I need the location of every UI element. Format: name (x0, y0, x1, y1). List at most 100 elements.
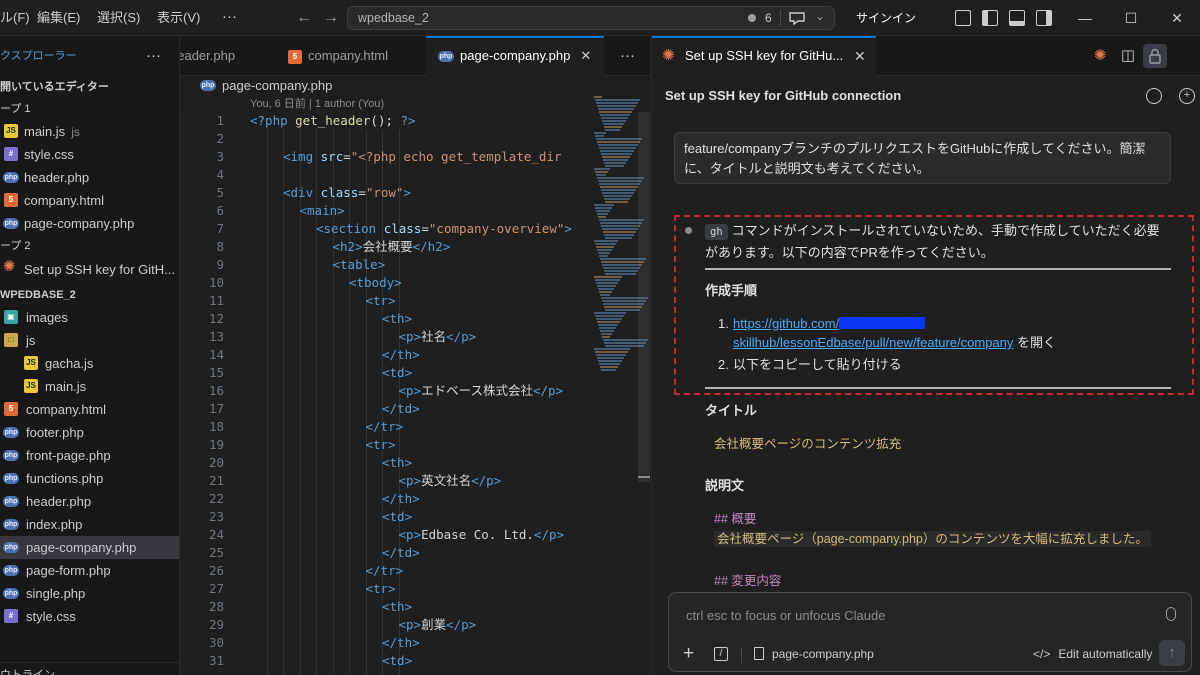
claude-icon[interactable]: ✺ (1090, 46, 1110, 66)
close-tab-icon[interactable]: ✕ (580, 48, 591, 63)
editor-group-2[interactable]: ープ 2 (0, 235, 179, 257)
divider (705, 268, 1171, 270)
php-file-icon: php (3, 427, 19, 438)
tree-item[interactable]: JS main.js (0, 375, 179, 398)
code-token: 創業 (421, 617, 447, 632)
tab-claude-session[interactable]: ✺ Set up SSH key for GitHu... ✕ (652, 36, 876, 76)
menu-more-icon[interactable]: ··· (222, 0, 237, 36)
send-button[interactable]: ↑ (1159, 640, 1185, 666)
open-editor-item[interactable]: 5 company.html (0, 189, 179, 212)
context-file-chip[interactable]: page-company.php (754, 647, 874, 661)
open-editor-item[interactable]: # style.css (0, 143, 179, 166)
edit-mode-toggle[interactable]: </> Edit automatically (1033, 647, 1152, 661)
css-file-icon: # (4, 609, 18, 623)
divider (705, 387, 1171, 389)
tab-company-html[interactable]: 5 company.html (276, 36, 426, 76)
toggle-panel-icon[interactable] (1009, 10, 1025, 26)
slash-command-icon[interactable]: / (714, 647, 728, 661)
tab-page-company-php[interactable]: php page-company.php ✕ (426, 36, 604, 76)
tree-item[interactable]: php footer.php (0, 421, 179, 444)
pr-link[interactable]: https://github.com/ (733, 316, 839, 331)
code-token: <th> (382, 311, 413, 326)
code-token: (); (370, 113, 401, 128)
minimap-line (605, 273, 636, 275)
toggle-secondary-sidebar-icon[interactable] (1036, 10, 1052, 26)
tree-item[interactable]: # style.css (0, 605, 179, 628)
code-line: <tbody> (349, 274, 402, 292)
tree-item[interactable]: ▣ images (0, 306, 179, 329)
claude-icon: ✺ (2, 258, 16, 275)
minimap-line (598, 360, 622, 362)
tree-item[interactable]: php index.php (0, 513, 179, 536)
open-editor-item[interactable]: php header.php (0, 166, 179, 189)
split-editor-icon[interactable]: ◫ (1118, 46, 1138, 66)
code-token: </p> (446, 329, 477, 344)
tree-item[interactable]: php page-form.php (0, 559, 179, 582)
reply-text: コマンドがインストールされていないため、手動で作成していただく必要があります。以… (705, 223, 1160, 260)
code-line: </td> (382, 544, 420, 562)
minimap-line (603, 195, 632, 197)
minimap-line (595, 351, 628, 353)
tab-header-php[interactable]: header.php (180, 36, 276, 76)
toggle-primary-sidebar-icon[interactable] (982, 10, 998, 26)
editor-group-1[interactable]: ープ 1 (0, 98, 179, 120)
minimap-line (602, 120, 626, 122)
html-file-icon: 5 (4, 402, 18, 416)
editor-more-icon[interactable]: ··· (620, 36, 635, 76)
code-token: </p> (471, 473, 502, 488)
tree-item[interactable]: php functions.php (0, 467, 179, 490)
breadcrumb-file[interactable]: page-company.php (222, 76, 332, 96)
tree-item[interactable]: php header.php (0, 490, 179, 513)
tree-item-selected[interactable]: php page-company.php (0, 536, 179, 559)
chat-icon[interactable] (787, 8, 807, 28)
code-line: </tr> (366, 562, 404, 580)
minimap-line (597, 249, 612, 251)
step-item: 2. 以下をコピーして貼り付ける (718, 357, 902, 372)
tree-item[interactable]: php front-page.php (0, 444, 179, 467)
outline-section[interactable]: ウトライン (0, 662, 179, 675)
close-icon[interactable]: ✕ (1154, 0, 1200, 36)
open-editors-section[interactable]: 開いているエディター (0, 76, 179, 98)
minimap-line (595, 207, 612, 209)
menu-selection[interactable]: 選択(S) (97, 0, 140, 36)
minimap-line (596, 102, 638, 104)
new-chat-icon[interactable]: + (1179, 88, 1195, 104)
minimize-icon[interactable]: — (1062, 0, 1108, 36)
lock-icon[interactable] (1143, 44, 1167, 68)
chevron-down-icon[interactable]: ⌄ (815, 9, 825, 23)
maximize-icon[interactable]: ☐ (1108, 0, 1154, 36)
add-attachment-icon[interactable]: + (683, 644, 694, 664)
history-icon[interactable] (1146, 88, 1162, 104)
tree-item[interactable]: □ js (0, 329, 179, 352)
code-editor[interactable]: 1 2 3 4 5 6 7 8 9 10 11 12 13 14 15 16 17 18 19 20 21 22 23 24 2… (180, 112, 650, 675)
command-center[interactable]: wpedbase_2 (347, 6, 835, 30)
project-root[interactable]: WPEDBASE_2 (0, 284, 179, 306)
forward-arrow-icon[interactable]: → (320, 6, 342, 30)
menu-file[interactable]: ル(F) (0, 0, 30, 36)
editor-scrollbar[interactable] (638, 112, 650, 482)
customize-layout-icon[interactable] (955, 10, 971, 26)
close-tab-icon[interactable]: ✕ (854, 38, 866, 74)
menu-edit[interactable]: 編集(E) (37, 0, 80, 36)
prompt-input-box[interactable]: ctrl esc to focus or unfocus Claude + / … (668, 592, 1192, 672)
open-editor-item[interactable]: ✺ Set up SSH key for GitH... (0, 258, 179, 281)
pr-link[interactable]: skillhub/lessonEdbase/pull/new/feature/c… (733, 335, 1013, 350)
minimap-line (597, 321, 620, 323)
minimap-line (595, 243, 616, 245)
signin-button[interactable]: サインイン (856, 0, 916, 36)
line-number: 30 (208, 635, 224, 650)
tree-item[interactable]: 5 company.html (0, 398, 179, 421)
tree-item[interactable]: php single.php (0, 582, 179, 605)
assistant-reply: gh コマンドがインストールされていないため、手動で作成していただく必要があります… (705, 220, 1171, 264)
tree-item[interactable]: JS gacha.js (0, 352, 179, 375)
explorer-more-icon[interactable]: ··· (146, 36, 161, 76)
menu-view[interactable]: 表示(V) (157, 0, 200, 36)
open-editor-item[interactable]: JS main.js js (0, 120, 179, 143)
prompt-input[interactable]: ctrl esc to focus or unfocus Claude (686, 608, 885, 623)
microphone-icon[interactable] (1166, 607, 1176, 621)
open-editor-item[interactable]: php page-company.php (0, 212, 179, 235)
git-blame-info[interactable]: You, 6 日前 | 1 author (You) (250, 96, 384, 112)
back-arrow-icon[interactable]: ← (293, 6, 315, 30)
minimap-line (599, 255, 608, 257)
code-token: "<?php echo get_template_dir (350, 149, 562, 164)
